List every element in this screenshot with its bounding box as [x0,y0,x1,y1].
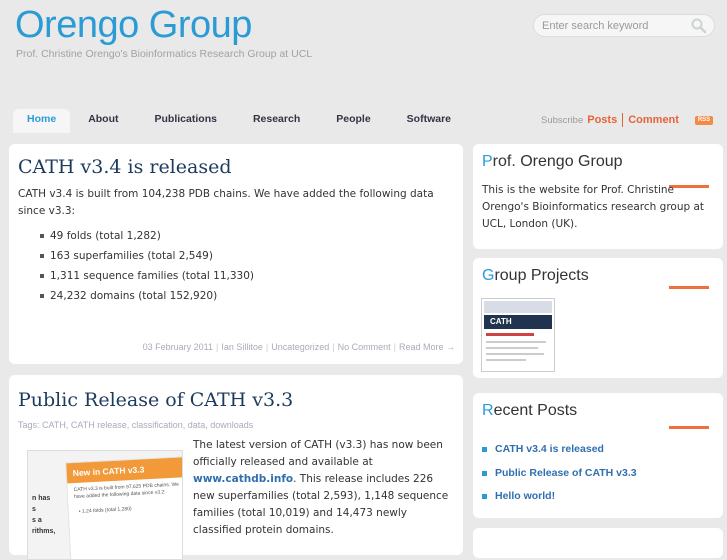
search-input[interactable] [542,18,682,33]
post-author[interactable]: Ian Sillitoe [221,342,263,352]
subscribe-label: Subscribe [541,114,584,126]
post-cath-v3-3: Public Release of CATH v3.3 Tags: CATH, … [9,375,463,560]
rss-icon[interactable]: RSS [695,116,713,125]
list-item: 1,311 sequence families (total 11,330) [40,266,454,286]
nav-about[interactable]: About [70,109,136,133]
comment-feed-link[interactable]: Comment [628,114,679,126]
site-title[interactable]: Orengo Group [15,4,252,47]
post-intro: CATH v3.4 is built from 104,238 PDB chai… [18,188,434,217]
thumb-left-text: n has s s a rithms, [32,495,56,535]
widget-title: Prof. Orengo Group [482,153,623,170]
tags-list[interactable]: CATH, CATH release, classification, data… [42,420,253,430]
post-body: The latest version of CATH (v3.3) has no… [193,437,458,539]
recent-post-link[interactable]: CATH v3.4 is released [482,438,637,462]
post-comments-link[interactable]: No Comment [338,342,391,352]
post-image: New in CATH v3.3 CATH v3.3 is built from… [27,450,183,560]
title-underline [669,286,709,289]
magnifier-icon[interactable] [690,17,708,35]
nav-software[interactable]: Software [389,109,469,133]
main-nav: Home About Publications Research People … [13,109,469,133]
widget-text: This is the website for Prof. Christine … [482,184,705,230]
widget-about: Prof. Orengo Group This is the website f… [473,144,723,249]
list-item: 24,232 domains (total 152,920) [40,286,454,306]
post-meta: 03 February 2011 | Ian Sillitoe | Uncategori… [142,342,455,352]
posts-feed-link[interactable]: Posts [587,114,617,126]
nav-home[interactable]: Home [13,109,71,133]
nav-research[interactable]: Research [235,109,318,133]
recent-posts-list: CATH v3.4 is released Public Release of … [482,438,637,509]
widget-next [473,528,723,558]
list-item: 49 folds (total 1,282) [40,226,454,246]
title-underline [669,426,709,429]
widget-title: Recent Posts [482,402,578,419]
post-tags: Tags: CATH, CATH release, classification… [18,420,253,430]
post-body: CATH v3.4 is built from 104,238 PDB chai… [18,186,454,306]
search-box [533,14,715,37]
nav-publications[interactable]: Publications [137,109,235,133]
cathdb-link[interactable]: www.cathdb.info [193,473,293,485]
list-item: 163 superfamilies (total 2,549) [40,246,454,266]
nav-people[interactable]: People [318,109,388,133]
post-title[interactable]: CATH v3.4 is released [18,156,232,178]
feed-divider [622,113,624,127]
recent-post-link[interactable]: Public Release of CATH v3.3 [482,462,637,486]
widget-title: Group Projects [482,267,589,284]
post-date: 03 February 2011 [142,342,213,352]
tags-label: Tags: [18,420,40,430]
post-cath-v3-4: CATH v3.4 is released CATH v3.4 is built… [9,144,463,364]
widget-recent-posts: Recent Posts CATH v3.4 is released Publi… [473,393,723,518]
widget-projects: Group Projects CATH [473,258,723,378]
feed-links: Subscribe Posts Comment [541,113,679,127]
recent-post-link[interactable]: Hello world! [482,485,637,509]
post-bullet-list: 49 folds (total 1,282) 163 superfamilies… [18,226,454,306]
post-title[interactable]: Public Release of CATH v3.3 [18,389,293,411]
cath-project-thumbnail[interactable]: CATH [481,298,555,372]
thumb-label: CATH [484,315,552,329]
site-description: Prof. Christine Orengo's Bioinformatics … [16,48,313,60]
post-category[interactable]: Uncategorized [271,342,329,352]
read-more-link[interactable]: Read More → [399,342,455,352]
post-text-before: The latest version of CATH (v3.3) has no… [193,439,443,468]
